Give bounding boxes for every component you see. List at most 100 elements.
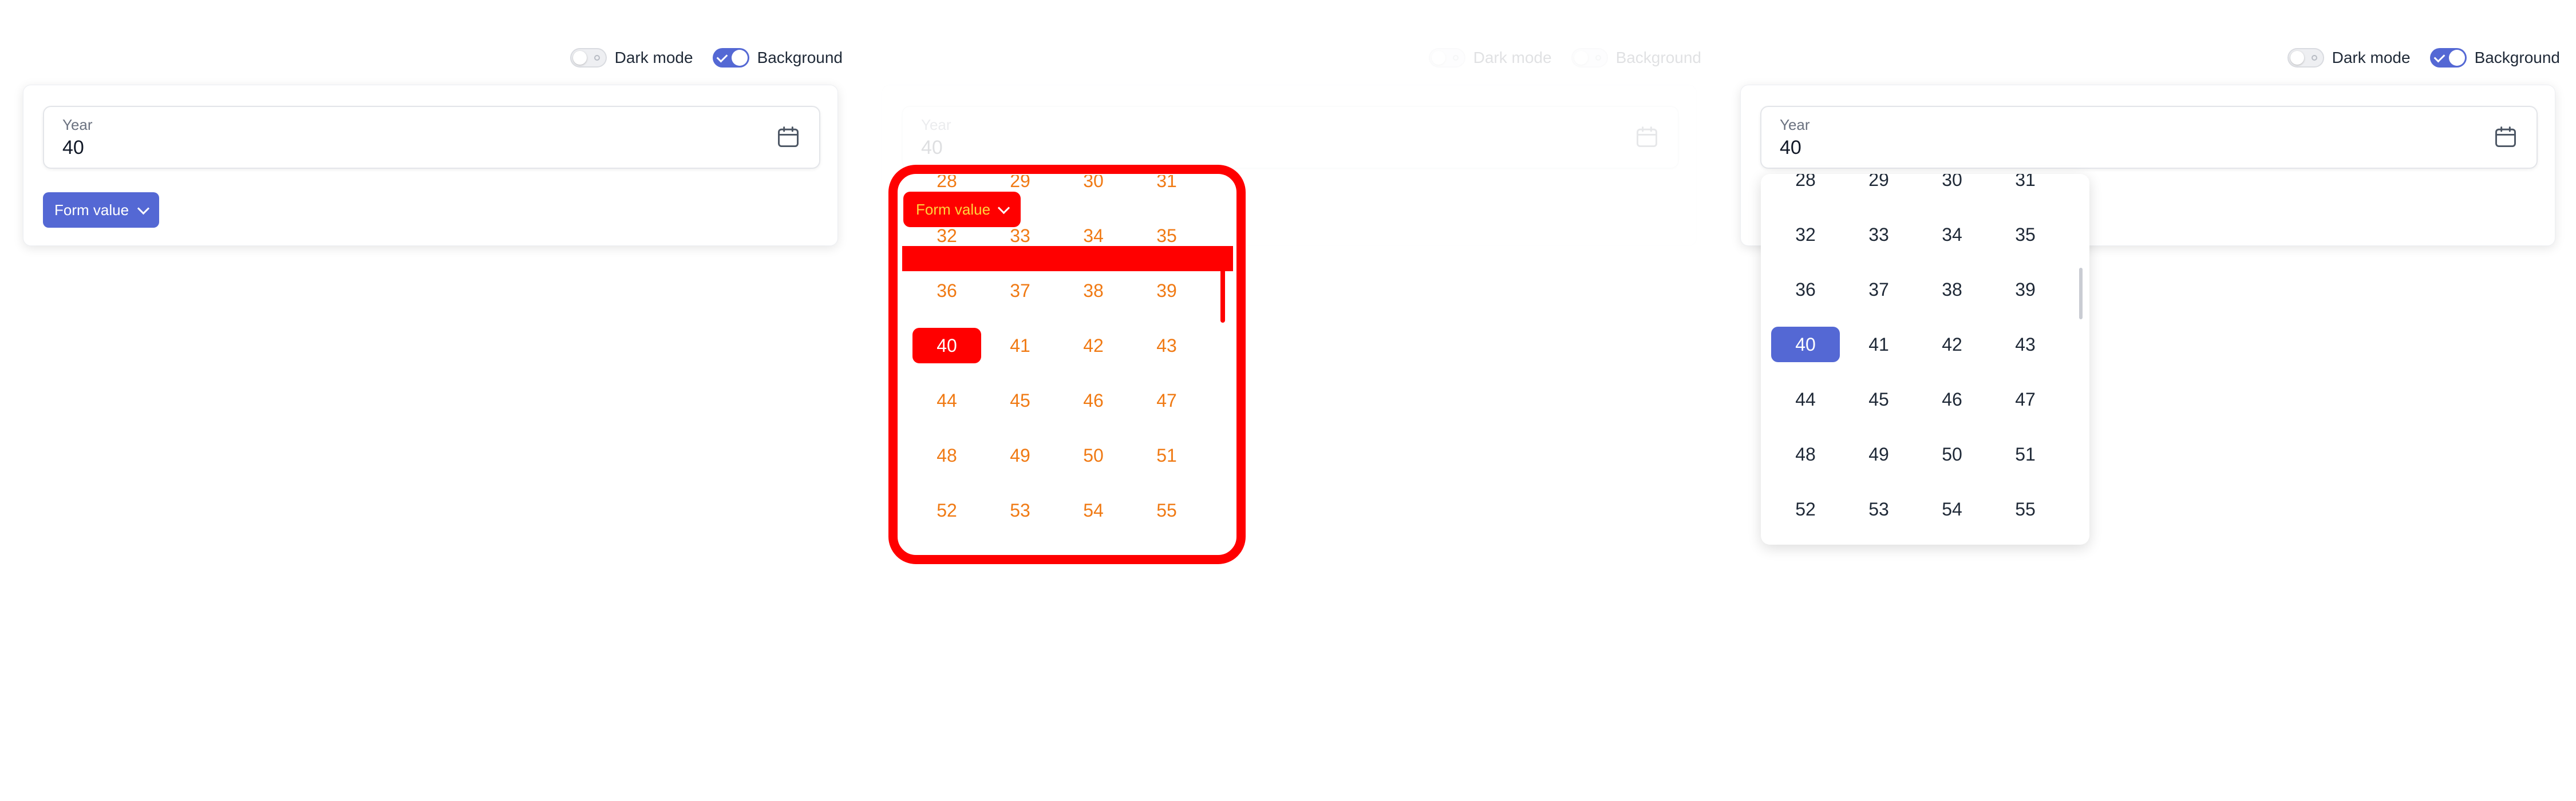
year-option[interactable]: 54 bbox=[1915, 482, 1989, 537]
dark-mode-label: Dark mode bbox=[1473, 49, 1552, 66]
year-picker-dropdown: 28 29 30 31 32 33 34 35 36 37 38 39 40 41 42 43 44 45 46 47… bbox=[1761, 174, 2089, 545]
year-option[interactable]: 32 bbox=[1769, 207, 1842, 262]
year-option-label: 32 bbox=[1795, 224, 1816, 245]
year-option-label: 54 bbox=[1942, 498, 1962, 520]
background-switch[interactable] bbox=[2429, 48, 2467, 68]
dark-mode-label: Dark mode bbox=[614, 49, 693, 66]
calendar-icon[interactable] bbox=[2493, 124, 2518, 150]
year-option-label: 55 bbox=[2015, 498, 2036, 520]
year-option-label: 47 bbox=[2015, 388, 2036, 410]
year-option[interactable]: 29 bbox=[1842, 174, 1915, 207]
scrollbar[interactable] bbox=[2079, 268, 2083, 319]
toggle-bar: Dark mode Background bbox=[2275, 48, 2560, 68]
year-option-label: 41 bbox=[1868, 334, 1889, 355]
year-option[interactable]: 43 bbox=[1989, 317, 2062, 372]
year-option-label: 48 bbox=[1795, 443, 1816, 465]
year-option[interactable]: 42 bbox=[1915, 317, 1989, 372]
dark-mode-switch[interactable] bbox=[2287, 48, 2324, 68]
year-field-label: Year bbox=[62, 116, 93, 133]
dark-mode-label: Dark mode bbox=[2332, 49, 2411, 66]
year-option[interactable]: 35 bbox=[1989, 207, 2062, 262]
year-option[interactable]: 46 bbox=[1915, 372, 1989, 427]
year-field[interactable]: Year 40 bbox=[1760, 106, 2538, 169]
dark-mode-toggle[interactable]: Dark mode bbox=[2287, 48, 2411, 68]
background-label: Background bbox=[757, 49, 843, 66]
year-option-label: 39 bbox=[2015, 279, 2036, 300]
year-field-value: 40 bbox=[921, 137, 943, 158]
year-option[interactable]: 34 bbox=[1915, 207, 1989, 262]
year-option-label: 53 bbox=[1868, 498, 1889, 520]
background-switch[interactable] bbox=[712, 48, 749, 68]
form-card: Year 40 Form value bbox=[23, 85, 838, 246]
year-option-label: 45 bbox=[1868, 388, 1889, 410]
year-option[interactable]: 30 bbox=[1915, 174, 1989, 207]
year-option[interactable]: 53 bbox=[1842, 482, 1915, 537]
year-option-label: 38 bbox=[1942, 279, 1962, 300]
year-option[interactable]: 41 bbox=[1842, 317, 1915, 372]
year-option[interactable]: 51 bbox=[1989, 427, 2062, 482]
form-value-button[interactable]: Form value bbox=[43, 192, 160, 228]
year-option-label: 50 bbox=[1942, 443, 1962, 465]
year-option[interactable]: 28 bbox=[1769, 174, 1842, 207]
year-field-value: 40 bbox=[62, 137, 84, 158]
year-option-label: 49 bbox=[1868, 443, 1889, 465]
year-option-label: 43 bbox=[2015, 334, 2036, 355]
dark-mode-toggle[interactable]: Dark mode bbox=[570, 48, 693, 68]
year-option[interactable]: 50 bbox=[1915, 427, 1989, 482]
year-option-label: 28 bbox=[1795, 174, 1816, 190]
chevron-down-icon bbox=[137, 202, 150, 215]
year-option-label: 30 bbox=[1942, 174, 1962, 190]
year-option-label: 40 bbox=[1771, 327, 1840, 362]
year-option[interactable]: 31 bbox=[1989, 174, 2062, 207]
year-grid: 28 29 30 31 32 33 34 35 36 37 38 39 40 41 42 43 44 45 46 47… bbox=[1769, 174, 2067, 537]
year-option[interactable]: 52 bbox=[1769, 482, 1842, 537]
year-field-label: Year bbox=[1780, 116, 1810, 133]
year-option[interactable]: 39 bbox=[1989, 262, 2062, 317]
year-option-label: 33 bbox=[1868, 224, 1889, 245]
year-option-label: 44 bbox=[1795, 388, 1816, 410]
year-option[interactable]: 49 bbox=[1842, 427, 1915, 482]
form-value-label: Form value bbox=[916, 200, 991, 218]
year-option[interactable]: 44 bbox=[1769, 372, 1842, 427]
year-option[interactable]: 38 bbox=[1915, 262, 1989, 317]
year-field-value: 40 bbox=[1780, 137, 1801, 158]
dark-mode-switch[interactable] bbox=[1428, 48, 1465, 68]
calendar-icon[interactable] bbox=[1634, 124, 1660, 150]
year-option-label: 51 bbox=[2015, 443, 2036, 465]
year-option-label: 35 bbox=[2015, 224, 2036, 245]
dark-mode-switch[interactable] bbox=[570, 48, 607, 68]
year-option-label: 36 bbox=[1795, 279, 1816, 300]
background-label: Background bbox=[1615, 49, 1701, 66]
year-option[interactable]: 45 bbox=[1842, 372, 1915, 427]
year-field[interactable]: Year 40 bbox=[902, 106, 1679, 169]
form-value-label: Form value bbox=[54, 201, 129, 219]
toggle-bar: Dark mode Background bbox=[558, 48, 843, 68]
chevron-down-icon bbox=[997, 201, 1010, 214]
toggle-bar-faded: Dark mode Background bbox=[1416, 48, 1701, 68]
year-option-label: 37 bbox=[1868, 279, 1889, 300]
year-option-label: 52 bbox=[1795, 498, 1816, 520]
year-option[interactable]: 47 bbox=[1989, 372, 2062, 427]
year-option[interactable]: 40 bbox=[1769, 317, 1842, 372]
dark-mode-toggle[interactable]: Dark mode bbox=[1428, 48, 1552, 68]
year-option[interactable]: 55 bbox=[1989, 482, 2062, 537]
calendar-icon[interactable] bbox=[776, 124, 801, 150]
background-switch[interactable] bbox=[1571, 48, 1608, 68]
year-option[interactable]: 36 bbox=[1769, 262, 1842, 317]
background-toggle[interactable]: Background bbox=[712, 48, 843, 68]
year-option-label: 42 bbox=[1942, 334, 1962, 355]
year-option-label: 29 bbox=[1868, 174, 1889, 190]
panel-closed: Dark mode Background Year 40 Form value bbox=[0, 0, 859, 801]
year-option[interactable]: 48 bbox=[1769, 427, 1842, 482]
year-option-label: 31 bbox=[2015, 174, 2036, 190]
background-toggle[interactable]: Background bbox=[2429, 48, 2560, 68]
year-option-label: 46 bbox=[1942, 388, 1962, 410]
form-value-button-overlay[interactable]: Form value bbox=[903, 192, 1021, 227]
background-toggle[interactable]: Background bbox=[1571, 48, 1701, 68]
year-option[interactable]: 33 bbox=[1842, 207, 1915, 262]
year-field[interactable]: Year 40 bbox=[43, 106, 820, 169]
year-option-label: 34 bbox=[1942, 224, 1962, 245]
year-field-label: Year bbox=[921, 116, 951, 133]
background-label: Background bbox=[2474, 49, 2560, 66]
year-option[interactable]: 37 bbox=[1842, 262, 1915, 317]
